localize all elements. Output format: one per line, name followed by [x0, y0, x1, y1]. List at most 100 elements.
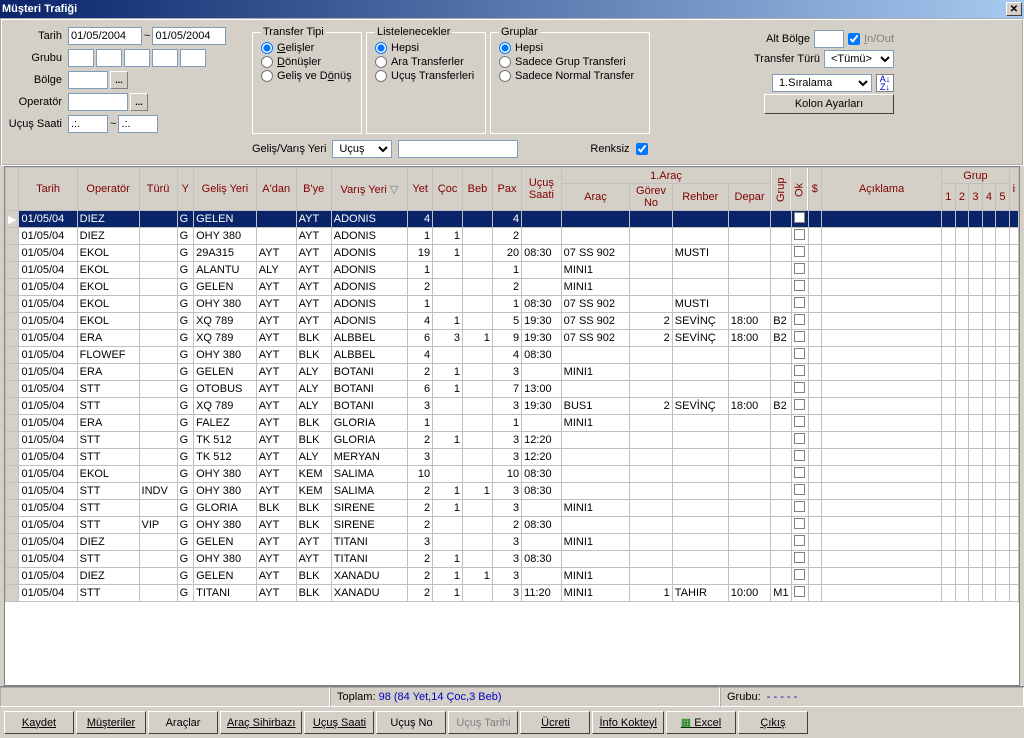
ucus-no-button[interactable]: Uçuş No: [376, 711, 446, 734]
tarih-from-input[interactable]: [68, 27, 142, 45]
col-g3[interactable]: 3: [969, 184, 983, 211]
transfer-tipi-legend: Transfer Tipi: [261, 26, 326, 38]
table-row[interactable]: 01/05/04STTGTK 512AYTALYMERYAN3312:20: [6, 449, 1019, 466]
operator-lookup-button[interactable]: ...: [130, 93, 148, 111]
gelis-varis-input[interactable]: [398, 140, 518, 158]
inout-checkbox[interactable]: [848, 33, 860, 45]
col-aciklama[interactable]: Açıklama: [822, 168, 942, 211]
siralama-select[interactable]: 1.Sıralama: [772, 74, 872, 92]
musteriler-button[interactable]: Müşteriler: [76, 711, 146, 734]
table-row[interactable]: 01/05/04DIEZGOHY 380AYTADONIS112: [6, 228, 1019, 245]
sort-icon[interactable]: A↓Z↓: [876, 74, 894, 92]
kolon-ayarlari-button[interactable]: Kolon Ayarları: [764, 94, 894, 114]
grubu-input-4[interactable]: [152, 49, 178, 67]
ucus-tarihi-button[interactable]: Uçuş Tarihi: [448, 711, 518, 734]
table-row[interactable]: 01/05/04STTGTITANIAYTBLKXANADU21311:20MI…: [6, 585, 1019, 602]
table-row[interactable]: 01/05/04EKOLGOHY 380AYTKEMSALIMA101008:3…: [6, 466, 1019, 483]
bolge-input[interactable]: [68, 71, 108, 89]
col-arac-group[interactable]: 1.Araç: [561, 168, 771, 184]
table-row[interactable]: 01/05/04EKOLGOHY 380AYTAYTADONIS1108:300…: [6, 296, 1019, 313]
radio-sadece-normal[interactable]: Sadece Normal Transfer: [499, 70, 641, 82]
info-kokteyl-button[interactable]: İnfo Kokteyl: [592, 711, 663, 734]
kaydet-button[interactable]: Kaydet: [4, 711, 74, 734]
col-g5[interactable]: 5: [996, 184, 1010, 211]
window-title: Müşteri Trafiği: [2, 3, 77, 15]
col-ucus-saati[interactable]: UçuşSaati: [522, 168, 562, 211]
ucus-saati-from[interactable]: [68, 115, 108, 133]
table-row[interactable]: 01/05/04EKOLGGELENAYTAYTADONIS22MINI1: [6, 279, 1019, 296]
col-dolar[interactable]: $: [808, 168, 822, 211]
table-row[interactable]: 01/05/04DIEZGGELENAYTAYTTITANI33MINI1: [6, 534, 1019, 551]
col-gorev-no[interactable]: GörevNo: [630, 184, 673, 211]
table-row[interactable]: 01/05/04STTGOTOBUSAYTALYBOTANI61713:00: [6, 381, 1019, 398]
gelis-varis-select[interactable]: Uçuş: [332, 140, 392, 158]
col-grup[interactable]: Grup: [771, 168, 791, 211]
araclar-button[interactable]: Araçlar: [148, 711, 218, 734]
ucus-saati-to[interactable]: [118, 115, 158, 133]
col-depar[interactable]: Depar: [728, 184, 771, 211]
radio-sadece-grup[interactable]: Sadece Grup Transferi: [499, 56, 641, 68]
table-row[interactable]: 01/05/04EKOLGXQ 789AYTAYTADONIS41519:300…: [6, 313, 1019, 330]
col-ok[interactable]: Ok: [791, 168, 808, 211]
col-pax[interactable]: Pax: [492, 168, 521, 211]
table-row[interactable]: 01/05/04STTGGLORIABLKBLKSIRENE213MINI1: [6, 500, 1019, 517]
table-row[interactable]: 01/05/04STTINDVGOHY 380AYTKEMSALIMA21130…: [6, 483, 1019, 500]
col-yet[interactable]: Yet: [408, 168, 433, 211]
radio-ucus-transferleri[interactable]: Uçuş Transferleri: [375, 70, 477, 82]
grubu-label: Grubu: [8, 52, 66, 64]
table-row[interactable]: 01/05/04STTGTK 512AYTBLKGLORIA21312:20: [6, 432, 1019, 449]
cikis-button[interactable]: Çıkış: [738, 711, 808, 734]
radio-donusler[interactable]: Dönüşler: [261, 56, 353, 68]
col-bye[interactable]: B'ye: [296, 168, 331, 211]
tarih-to-input[interactable]: [152, 27, 226, 45]
radio-gelis-ve-donus[interactable]: Geliş ve Dönüş: [261, 70, 353, 82]
col-beb[interactable]: Beb: [463, 168, 493, 211]
transfer-turu-select[interactable]: <Tümü>: [824, 50, 894, 68]
operator-input[interactable]: [68, 93, 128, 111]
data-grid[interactable]: Tarih Operatör Türü Y Geliş Yeri A'dan B…: [4, 166, 1020, 686]
table-row[interactable]: 01/05/04EKOLG29A315AYTAYTADONIS1912008:3…: [6, 245, 1019, 262]
table-row[interactable]: 01/05/04STTGXQ 789AYTALYBOTANI3319:30BUS…: [6, 398, 1019, 415]
col-turu[interactable]: Türü: [139, 168, 177, 211]
ucus-saati-button[interactable]: Uçuş Saati: [304, 711, 374, 734]
table-row[interactable]: 01/05/04ERAGXQ 789AYTBLKALBBEL631919:300…: [6, 330, 1019, 347]
col-gelis-yeri[interactable]: Geliş Yeri: [194, 168, 257, 211]
radio-gelisler[interactable]: Gelişler: [261, 42, 353, 54]
col-i[interactable]: i: [1009, 168, 1018, 211]
col-tarih[interactable]: Tarih: [19, 168, 77, 211]
col-rehber[interactable]: Rehber: [672, 184, 728, 211]
radio-hepsi[interactable]: Hepsi: [375, 42, 477, 54]
radio-gruplar-hepsi[interactable]: Hepsi: [499, 42, 641, 54]
table-row[interactable]: 01/05/04FLOWEFGOHY 380AYTBLKALBBEL4408:3…: [6, 347, 1019, 364]
table-row[interactable]: 01/05/04STTGOHY 380AYTAYTTITANI21308:30: [6, 551, 1019, 568]
close-icon[interactable]: ✕: [1006, 2, 1022, 16]
table-row[interactable]: 01/05/04ERAGGELENAYTALYBOTANI213MINI1: [6, 364, 1019, 381]
grubu-input-1[interactable]: [68, 49, 94, 67]
col-g1[interactable]: 1: [942, 184, 956, 211]
grubu-input-3[interactable]: [124, 49, 150, 67]
arac-sihirbazi-button[interactable]: Araç Sihirbazı: [220, 711, 302, 734]
renksiz-checkbox[interactable]: [636, 143, 648, 155]
table-row[interactable]: 01/05/04STTVIPGOHY 380AYTBLKSIRENE2208:3…: [6, 517, 1019, 534]
table-row[interactable]: 01/05/04ERAGFALEZAYTBLKGLORIA11MINI1: [6, 415, 1019, 432]
bolge-lookup-button[interactable]: ...: [110, 71, 128, 89]
col-g4[interactable]: 4: [982, 184, 996, 211]
table-row[interactable]: ▶01/05/04DIEZGGELENAYTADONIS44: [6, 211, 1019, 228]
col-coc[interactable]: Çoc: [433, 168, 463, 211]
col-varis-yeri[interactable]: Varış Yeri ▽: [331, 168, 407, 211]
table-row[interactable]: 01/05/04DIEZGGELENAYTBLKXANADU2113MINI1: [6, 568, 1019, 585]
col-g2[interactable]: 2: [955, 184, 969, 211]
excel-button[interactable]: ▦ Excel: [666, 711, 736, 734]
alt-bolge-input[interactable]: [814, 30, 844, 48]
toplam-label: Toplam:: [337, 691, 376, 703]
radio-ara-transferler[interactable]: Ara Transferler: [375, 56, 477, 68]
col-y[interactable]: Y: [177, 168, 194, 211]
table-row[interactable]: 01/05/04EKOLGALANTUALYAYTADONIS11MINI1: [6, 262, 1019, 279]
ucreti-button[interactable]: Ücreti: [520, 711, 590, 734]
grubu-input-2[interactable]: [96, 49, 122, 67]
col-adan[interactable]: A'dan: [256, 168, 296, 211]
col-grup-group[interactable]: Grup: [942, 168, 1010, 184]
col-arac[interactable]: Araç: [561, 184, 630, 211]
grubu-input-5[interactable]: [180, 49, 206, 67]
col-operator[interactable]: Operatör: [77, 168, 139, 211]
